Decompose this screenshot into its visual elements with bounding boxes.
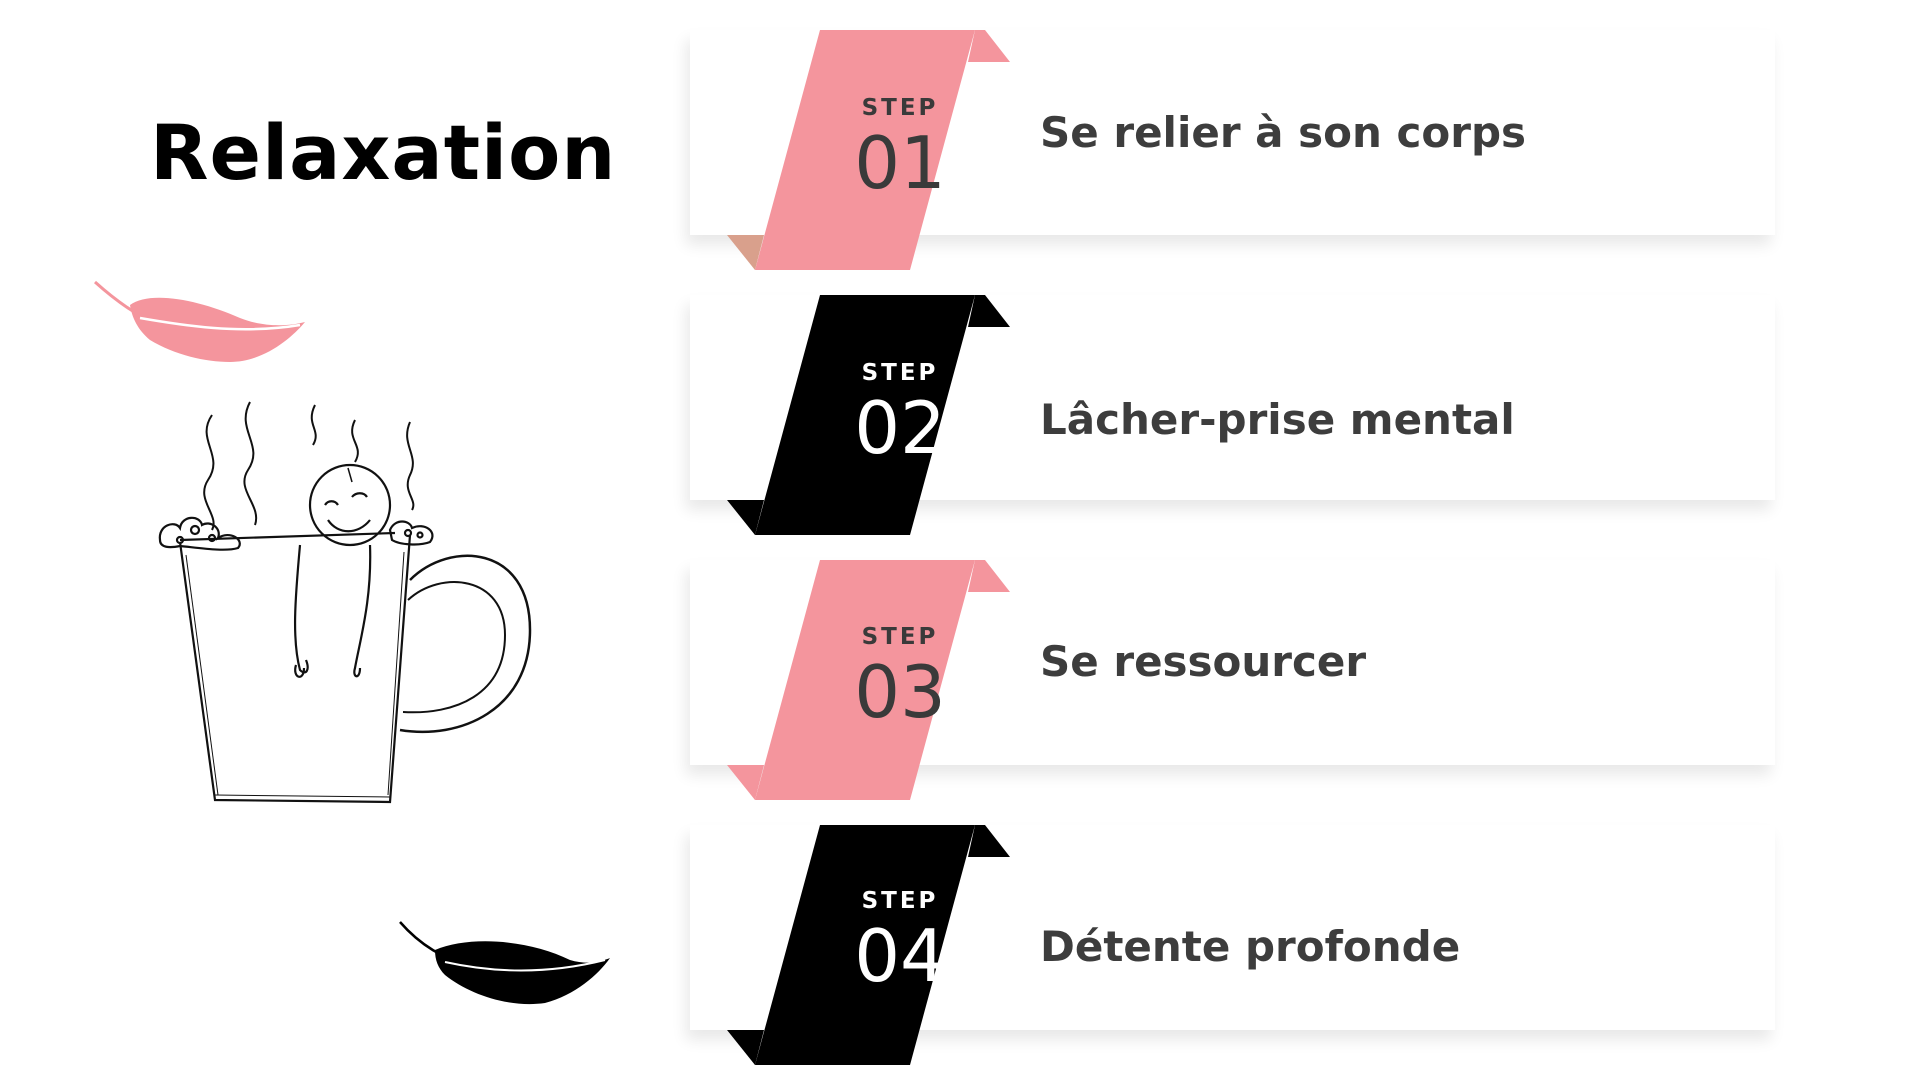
step-label-1: STEP <box>861 95 939 121</box>
step-label-2: STEP <box>861 360 939 386</box>
illustration <box>93 280 610 1005</box>
step-number-4: 04 <box>854 914 946 998</box>
stick-figure-in-mug-icon <box>158 463 532 804</box>
step-number-1: 01 <box>854 121 946 205</box>
step-text-4: Détente profonde <box>1040 922 1461 971</box>
black-feather-icon <box>399 921 610 1005</box>
step-label-4: STEP <box>861 888 939 914</box>
step-text-2: Lâcher-prise mental <box>1040 395 1515 444</box>
pink-feather-icon <box>93 280 305 362</box>
step-label-3: STEP <box>861 624 939 650</box>
step-text-1: Se relier à son corps <box>1040 108 1527 157</box>
step-text-3: Se ressourcer <box>1040 637 1367 686</box>
steam-icon <box>203 401 415 531</box>
step-number-2: 02 <box>854 386 946 470</box>
step-number-3: 03 <box>854 650 946 734</box>
